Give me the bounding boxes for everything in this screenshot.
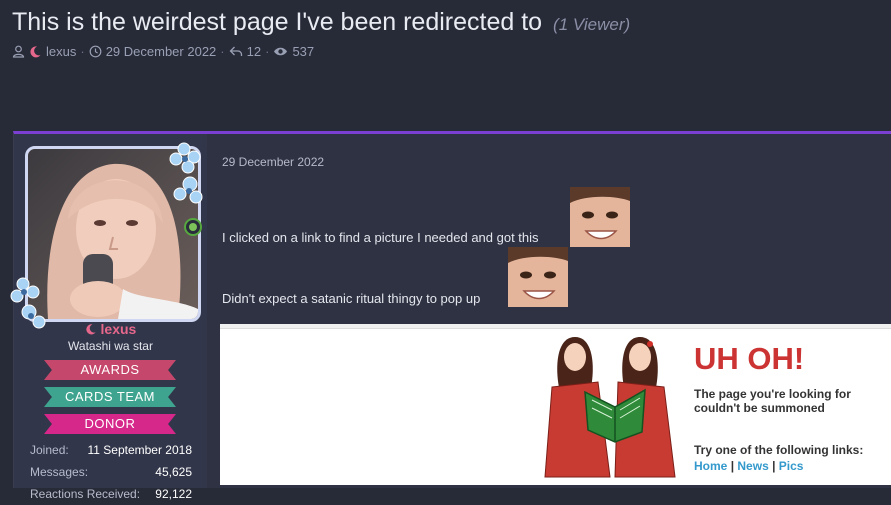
moon-icon (85, 324, 96, 335)
link-divider: | (730, 459, 735, 473)
error-links: Home | News | Pics (694, 459, 803, 473)
stat-label: Messages: (30, 465, 89, 479)
pics-link[interactable]: Pics (779, 459, 804, 473)
stat-messages: Messages: 45,625 (30, 461, 192, 483)
view-count: 537 (292, 44, 315, 59)
flower-icon (169, 142, 203, 204)
user-icon (12, 45, 25, 58)
user-sidebar: lexus Watashi wa star AWARDS CARDS TEAM … (10, 134, 207, 501)
thread-meta: lexus · 29 December 2022 · 12 · 537 (12, 44, 314, 59)
error-heading: UH OH! (694, 341, 805, 376)
stat-value: 11 September 2018 (87, 443, 192, 457)
post-date[interactable]: 29 December 2022 (222, 155, 324, 169)
home-link[interactable]: Home (694, 459, 727, 473)
donor-banner: DONOR (44, 414, 176, 434)
separator: · (80, 44, 85, 59)
viewer-count[interactable]: (1 Viewer) (553, 15, 630, 34)
emoji-face-image (508, 247, 568, 307)
embedded-error-screenshot[interactable]: UH OH! The page you're looking for could… (220, 324, 891, 485)
moon-icon (29, 45, 42, 58)
cards-team-banner: CARDS TEAM (44, 387, 176, 407)
stat-value: 92,122 (155, 487, 192, 501)
separator: · (220, 44, 225, 59)
username-text: lexus (100, 321, 137, 337)
stat-value: 45,625 (155, 465, 192, 479)
awards-banner[interactable]: AWARDS (44, 360, 176, 380)
stat-joined: Joined: 11 September 2018 (30, 439, 192, 461)
post-text-line: Didn't expect a satanic ritual thingy to… (222, 291, 481, 306)
news-link[interactable]: News (737, 459, 768, 473)
reply-icon (229, 45, 243, 58)
thread-date-link[interactable]: 29 December 2022 (106, 44, 217, 59)
eye-icon (273, 45, 288, 58)
reply-count: 12 (246, 44, 262, 59)
post-text-line: I clicked on a link to find a picture I … (222, 230, 539, 245)
thread-author-link[interactable]: lexus (46, 44, 76, 59)
user-title: Watashi wa star (68, 339, 153, 353)
stat-label: Reactions Received: (30, 487, 141, 501)
stat-label: Joined: (30, 443, 69, 457)
user-stats: Joined: 11 September 2018 Messages: 45,6… (30, 439, 192, 505)
clock-icon (89, 45, 102, 58)
emoji-face-image (570, 187, 630, 247)
stat-reactions: Reactions Received: 92,122 (30, 483, 192, 505)
online-indicator (184, 218, 202, 236)
try-links-text: Try one of the following links: (694, 443, 864, 457)
thread-title: This is the weirdest page I've been redi… (12, 8, 630, 37)
link-divider: | (772, 459, 776, 473)
bookmarks-bar (220, 324, 891, 329)
error-message: The page you're looking for couldn't be … (694, 387, 851, 415)
separator: · (265, 44, 270, 59)
thread-title-text: This is the weirdest page I've been redi… (12, 8, 543, 36)
illustration-two-women-reading (544, 337, 676, 478)
username[interactable]: lexus (14, 321, 207, 337)
